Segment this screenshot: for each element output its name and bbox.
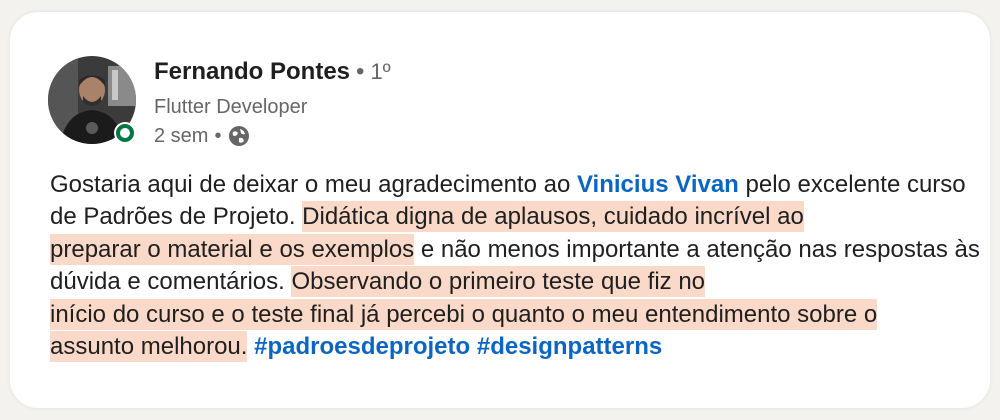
- post-text: Gostaria aqui de deixar o meu agradecime…: [50, 171, 577, 198]
- post-time[interactable]: 2 sem: [154, 125, 208, 148]
- separator-dot: •: [214, 124, 222, 147]
- post-body: Gostaria aqui de deixar o meu agradecime…: [50, 169, 980, 363]
- connection-degree: 1º: [370, 59, 391, 84]
- mention-link[interactable]: Vinicius Vivan: [577, 171, 739, 198]
- author-avatar[interactable]: [48, 56, 136, 144]
- highlighted-text: assunto melhorou.: [50, 331, 248, 363]
- highlighted-text: preparar o material e os exemplos: [50, 233, 415, 265]
- post-meta: 2 sem •: [154, 124, 251, 148]
- online-status-icon: [114, 122, 136, 144]
- author-headline: Flutter Developer: [154, 96, 308, 118]
- highlighted-text: Didática digna de aplausos, cuidado incr…: [302, 201, 804, 233]
- author-name[interactable]: Fernando Pontes: [154, 58, 350, 85]
- post-card: Fernando Pontes • 1º Flutter Developer 2 s…: [10, 12, 990, 408]
- highlighted-text: Observando o primeiro teste que fiz no: [291, 266, 706, 298]
- globe-icon: [229, 126, 250, 146]
- highlighted-text: início do curso e o teste final já perce…: [50, 298, 878, 330]
- separator-dot: •: [356, 58, 365, 85]
- hashtag-link[interactable]: #designpatterns: [477, 333, 662, 360]
- author-name-line: Fernando Pontes • 1º: [154, 58, 391, 86]
- hashtag-link[interactable]: #padroesdeprojeto: [254, 333, 470, 360]
